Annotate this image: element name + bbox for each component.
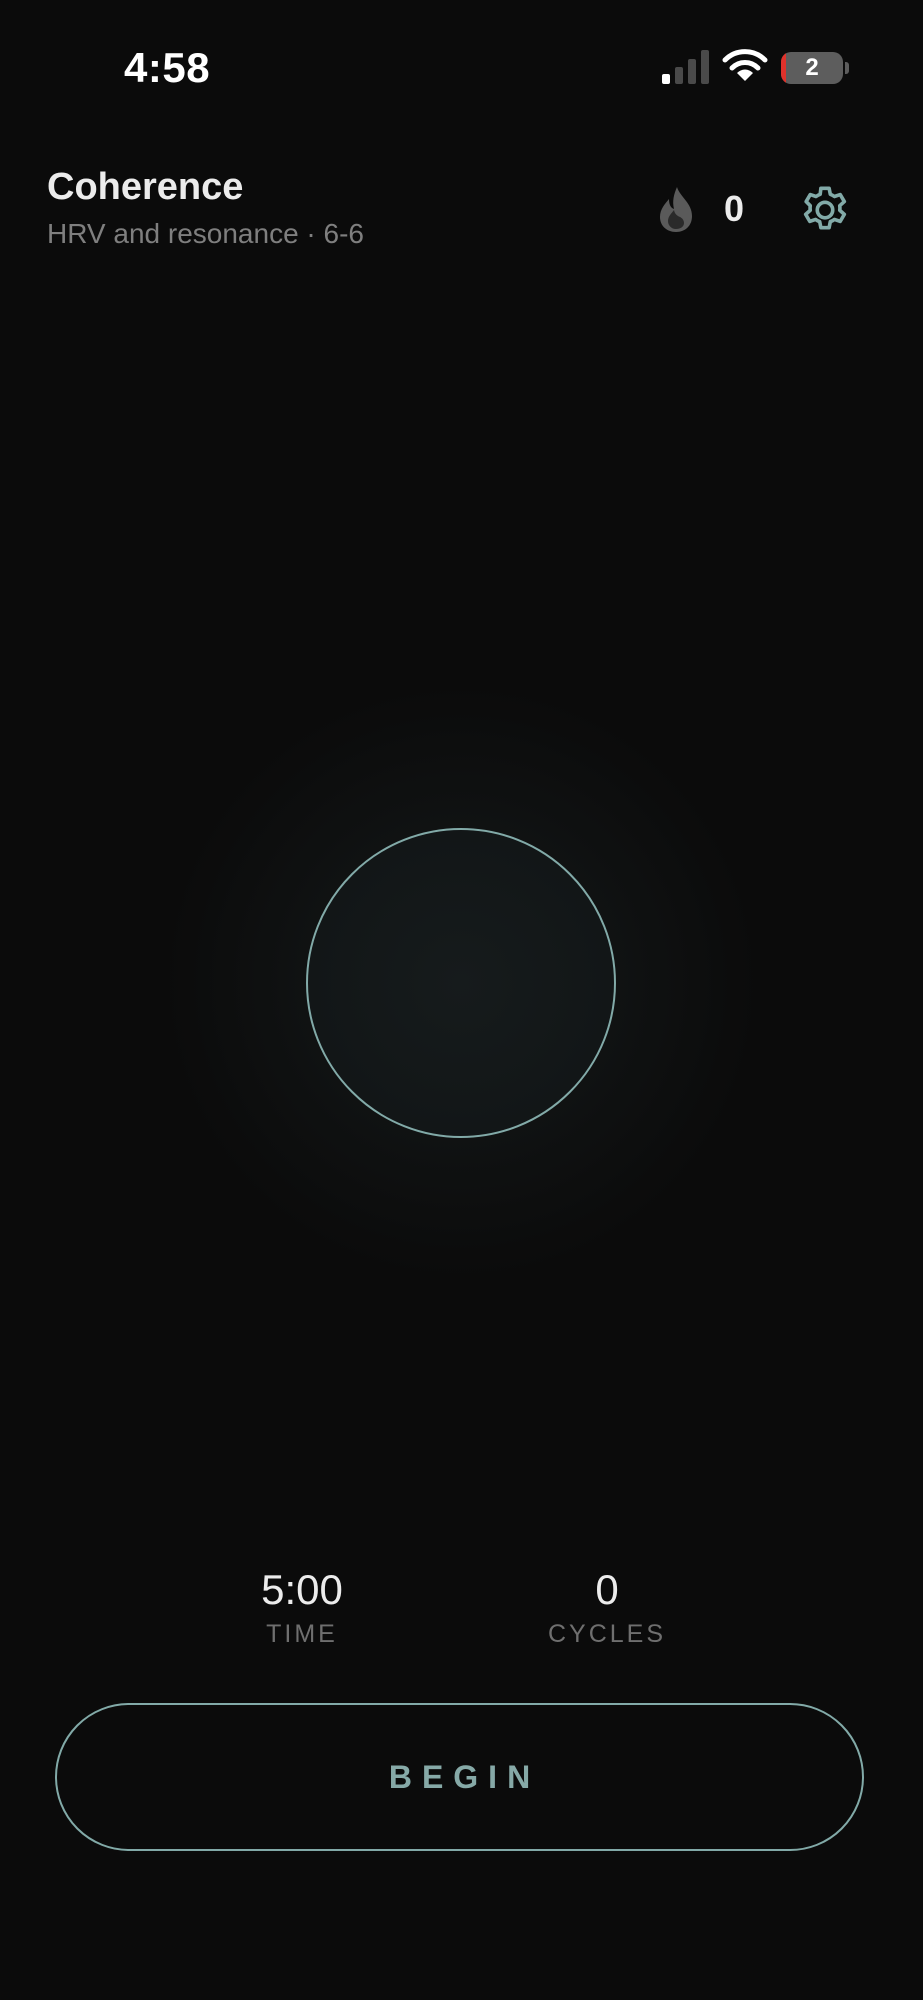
battery-icon: 2 — [781, 52, 843, 84]
status-bar: 4:58 2 — [0, 0, 923, 140]
begin-button[interactable]: BEGIN — [55, 1703, 864, 1851]
cycles-stat: 0 CYCLES — [487, 1564, 727, 1649]
gear-icon — [803, 186, 847, 230]
page-subtitle: HRV and resonance · 6-6 — [47, 218, 364, 249]
time-value: 5:00 — [261, 1566, 343, 1613]
signal-icon — [662, 50, 709, 84]
page-title: Coherence — [47, 166, 244, 208]
streak-count: 0 — [724, 188, 745, 229]
cycles-label: CYCLES — [547, 1620, 667, 1648]
time-stat: 5:00 TIME — [182, 1564, 422, 1649]
time-label: TIME — [266, 1620, 338, 1648]
status-time: 4:58 — [124, 44, 211, 91]
wifi-icon — [722, 49, 768, 81]
breathing-circle — [306, 828, 616, 1138]
cycles-value: 0 — [595, 1566, 619, 1613]
battery-cap — [845, 62, 849, 74]
battery-level: 2 — [805, 54, 819, 81]
flame-icon — [660, 187, 692, 232]
streak-indicator: 0 — [656, 184, 744, 234]
begin-label: BEGIN — [388, 1758, 541, 1795]
settings-button[interactable] — [796, 182, 854, 240]
